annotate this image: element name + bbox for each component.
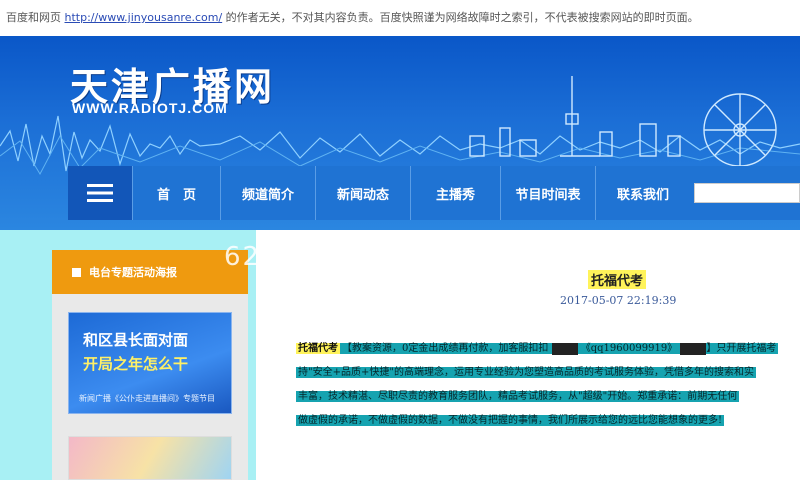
cache-notice-suffix: 的作者无关，不对其内容负责。百度快照谨为网络故障时之索引，不代表被搜索网站的即时…	[222, 11, 699, 24]
nav-item-hosts[interactable]: 主播秀	[410, 166, 500, 220]
main-nav: 首 页 频道简介 新闻动态 主播秀 节目时间表 联系我们	[68, 166, 800, 220]
article-date: 2017-05-07 22:19:39	[560, 294, 677, 307]
search-input[interactable]	[694, 183, 800, 203]
source-url-link[interactable]: http://www.jinyousanre.com/	[65, 11, 223, 24]
article-line: 做虚假的承诺，不做虚假的数据，不做没有把握的事情，我们所展示给您的远比您能想象的…	[296, 412, 800, 430]
article-qq: 《qq1960099919》	[580, 343, 678, 354]
redacted-block	[680, 342, 707, 355]
article-line: 持"安全+品质+快捷"的高端理念，运用专业经验为您塑造高品质的考试服务体验，凭借…	[296, 364, 800, 382]
article-line-text: 【教案资源，0定金出成绩再付款，加客服扣扣	[342, 343, 549, 354]
promo-banner-town-leaders[interactable]: 和区县长面对面 开局之年怎么干 新闻广播《公仆走进直播间》专题节目	[68, 312, 232, 414]
article-line: 托福代考 【教案资源，0定金出成绩再付款，加客服扣扣 《qq1960099919》…	[296, 340, 800, 358]
article-line-text: 做虚假的承诺，不做虚假的数据，不做没有把握的事情，我们所展示给您的远比您能想象的…	[296, 415, 725, 426]
site-logo-url: WWW.RADIOTJ.COM	[72, 100, 228, 116]
promo-caption: 新闻广播《公仆走进直播间》专题节目	[79, 394, 215, 403]
promo-line-2: 开局之年怎么干	[83, 355, 189, 373]
nav-item-schedule[interactable]: 节目时间表	[500, 166, 595, 220]
article-lead-highlight: 托福代考	[296, 343, 340, 354]
sidebar-heading-label: 电台专题活动海报	[89, 266, 177, 279]
nav-item-contact[interactable]: 联系我们	[595, 166, 690, 220]
article-line-text: 持"安全+品质+快捷"的高端理念，运用专业经验为您塑造高品质的考试服务体验，凭借…	[296, 367, 756, 378]
article-text-highlight: 【教案资源，0定金出成绩再付款，加客服扣扣 《qq1960099919》 】只开…	[340, 342, 779, 355]
article-title: 托福代考	[588, 270, 647, 289]
square-bullet-icon	[72, 267, 81, 277]
nav-item-channel-intro[interactable]: 频道简介	[220, 166, 315, 220]
nav-search-container	[690, 166, 800, 220]
hamburger-icon	[87, 184, 113, 202]
article-line-end: 】只开展托福考	[706, 343, 777, 354]
overlay-title: 62岁叫意：上“演帽”	[224, 242, 489, 272]
article-line-text: 丰富，技术精湛、尽职尽责的教育服务团队，精品考试服务，从"超级"开始。郑重承诺：…	[296, 391, 740, 402]
nav-item-home[interactable]: 首 页	[132, 166, 220, 220]
article-body: 托福代考 【教案资源，0定金出成绩再付款，加客服扣扣 《qq1960099919》…	[296, 340, 800, 436]
sidebar-heading[interactable]: 电台专题活动海报	[52, 250, 248, 294]
promo-line-1: 和区县长面对面	[83, 331, 189, 349]
nav-item-news[interactable]: 新闻动态	[315, 166, 410, 220]
hamburger-menu-button[interactable]	[68, 166, 132, 220]
article-line: 丰富，技术精湛、尽职尽责的教育服务团队，精品考试服务，从"超级"开始。郑重承诺：…	[296, 388, 800, 406]
redacted-block	[551, 342, 578, 355]
promo-banner-festival[interactable]	[68, 436, 232, 480]
cache-notice: 百度和网页 http://www.jinyousanre.com/ 的作者无关，…	[0, 0, 800, 36]
cache-notice-prefix: 百度和网页	[6, 11, 65, 24]
